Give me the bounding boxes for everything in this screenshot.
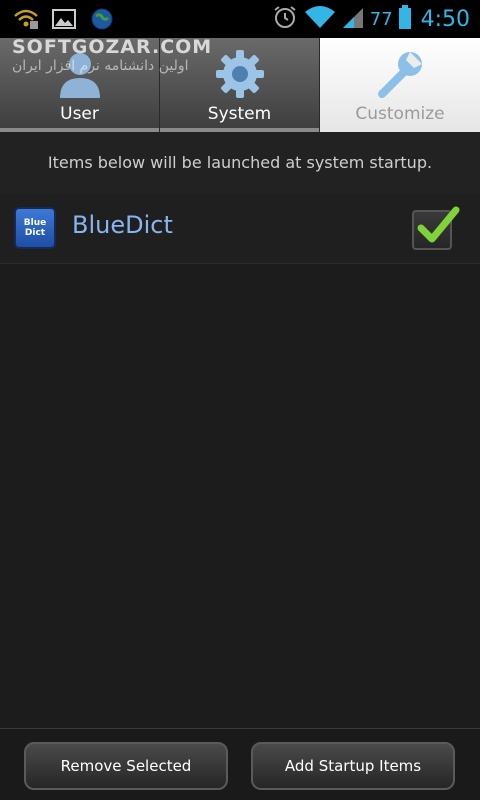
picture-icon <box>50 5 78 33</box>
wrench-icon <box>374 48 426 100</box>
user-icon <box>54 48 106 100</box>
app-name: BlueDict <box>72 211 173 239</box>
gear-icon <box>214 48 266 100</box>
startup-list: Blue Dict BlueDict <box>0 194 480 264</box>
signal-icon <box>342 4 364 34</box>
tab-bar: User System Customize <box>0 38 480 132</box>
battery-icon <box>398 4 411 34</box>
tab-system[interactable]: System <box>160 38 320 132</box>
app-icon-text-1: Blue <box>23 218 47 228</box>
tab-customize-label: Customize <box>355 104 445 124</box>
battery-level: 77 <box>369 8 393 30</box>
bottom-action-bar: Remove Selected Add Startup Items <box>0 728 480 800</box>
bluedict-app-icon: Blue Dict <box>14 207 56 249</box>
add-startup-items-button[interactable]: Add Startup Items <box>251 742 455 790</box>
tab-system-label: System <box>207 104 272 124</box>
alarm-icon <box>272 4 298 34</box>
startup-description: Items below will be launched at system s… <box>0 132 480 194</box>
checkmark-icon <box>417 206 460 243</box>
wifi-icon <box>304 4 336 34</box>
app-icon-text-2: Dict <box>24 228 46 238</box>
globe-icon <box>88 5 116 33</box>
list-item[interactable]: Blue Dict BlueDict <box>0 194 480 264</box>
remove-selected-button[interactable]: Remove Selected <box>24 742 228 790</box>
tab-user[interactable]: User <box>0 38 160 132</box>
status-bar: 77 4:50 <box>0 0 480 38</box>
item-checkbox[interactable] <box>412 206 460 250</box>
wifi-warning-icon <box>12 5 40 33</box>
notification-icons <box>12 5 116 33</box>
tab-user-label: User <box>60 104 99 124</box>
tab-customize[interactable]: Customize <box>320 38 480 132</box>
system-status-icons: 77 4:50 <box>272 2 470 36</box>
clock: 4:50 <box>420 6 470 32</box>
